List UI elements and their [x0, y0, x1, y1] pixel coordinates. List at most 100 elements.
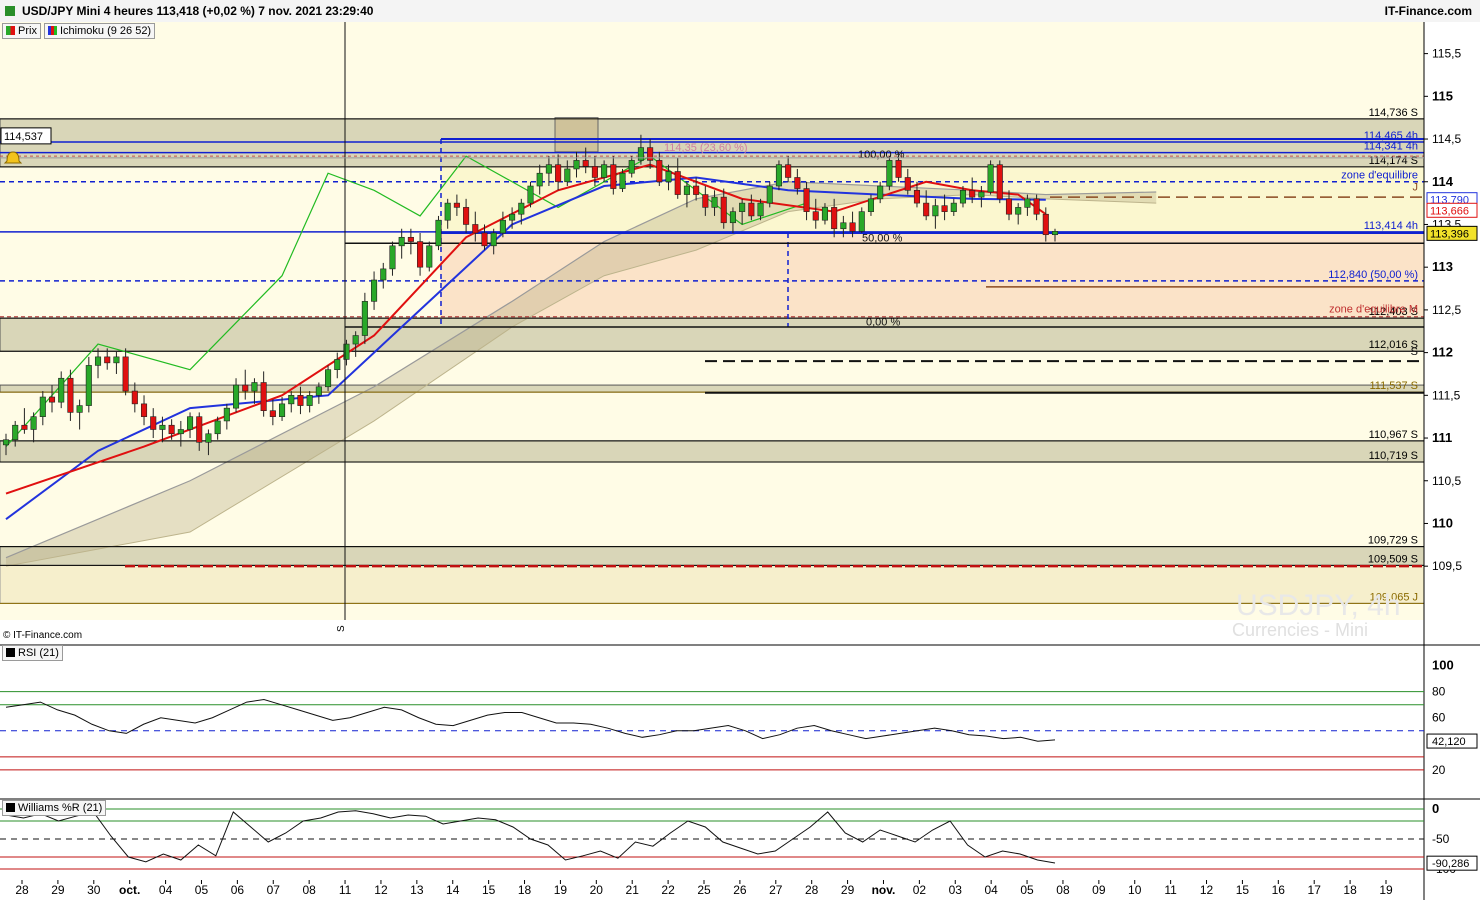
candle-body: [453, 202, 460, 208]
candle-body: [260, 382, 267, 412]
candle-body: [637, 147, 644, 161]
y-tick-label: 111,5: [1432, 388, 1461, 402]
candle-body: [509, 213, 516, 221]
legend-price[interactable]: Prix: [2, 23, 41, 39]
x-tick-label: 20: [590, 883, 604, 897]
zone-band-bottom: [0, 564, 1425, 604]
crosshair-date-label: S: [336, 625, 347, 632]
candle-body: [85, 365, 92, 406]
legend-price-label: Prix: [18, 25, 37, 37]
price-swatch: [6, 26, 15, 35]
y-tick-label: 111: [1432, 430, 1452, 445]
level-label-8: 111,537 S: [1369, 380, 1418, 392]
candle-body: [803, 188, 810, 212]
x-tick-label: 11: [1164, 883, 1177, 897]
candle-body: [113, 356, 120, 364]
candle-body: [288, 395, 295, 405]
legend-ichimoku-label: Ichimoku (9 26 52): [60, 25, 152, 37]
x-tick-label: 12: [1200, 883, 1214, 897]
rsi-panel: 1008060402042,120: [0, 644, 1480, 777]
candle-body: [472, 224, 479, 234]
candle-body: [76, 405, 83, 413]
level-label-10: 110,719 S: [1369, 450, 1418, 462]
x-tick-label: 19: [1379, 883, 1393, 897]
rsi-tick-label: 20: [1432, 763, 1446, 777]
candle-body: [380, 268, 387, 281]
candle-body: [186, 416, 194, 430]
legend-williams[interactable]: Williams %R (21): [2, 800, 107, 816]
candle-body: [2, 439, 10, 446]
x-tick-label: 18: [518, 883, 532, 897]
candle-body: [389, 245, 396, 270]
candle-body: [932, 205, 939, 217]
annot-letter-j: J: [1413, 181, 1419, 193]
annot-fib-0: 0,00 %: [866, 316, 900, 328]
candle-body: [104, 356, 111, 364]
legend-rsi[interactable]: RSI (21): [2, 645, 63, 661]
candle-body: [711, 196, 718, 208]
candle-body: [840, 222, 847, 230]
candle-body: [674, 171, 681, 195]
ichimoku-swatch: [48, 26, 57, 35]
candle-body: [702, 194, 709, 208]
x-tick-label: 05: [195, 883, 209, 897]
x-axis[interactable]: 28 29 30 oct. 04 05 06 07 08 11 12 13 14 15 18 19 20 21 22…: [15, 880, 1393, 897]
candle-body: [1042, 213, 1049, 236]
candle-body: [913, 189, 921, 204]
y-tick-label: 112: [1432, 345, 1453, 360]
candle-body: [435, 219, 442, 247]
zone-band-low2: [0, 440, 1425, 463]
x-tick-label: 27: [769, 883, 783, 897]
annot-fib-50: 50,00 %: [862, 233, 903, 245]
candle-body: [12, 424, 19, 441]
x-tick-label: 08: [302, 883, 316, 897]
candle-body: [159, 424, 166, 430]
candle-body: [481, 232, 488, 247]
chart-title: USD/JPY Mini 4 heures 113,418 (+0,02 %) …: [22, 4, 374, 18]
candle-body: [582, 160, 589, 167]
y-tick-label: 115,5: [1432, 47, 1461, 61]
candle-body: [950, 202, 957, 212]
candle-body: [1024, 198, 1031, 208]
candle-body: [849, 222, 856, 232]
candle-body: [94, 356, 102, 366]
candle-body: [352, 335, 359, 345]
candle-body: [683, 185, 690, 195]
candle-body: [177, 429, 184, 435]
x-tick-label: 05: [1020, 883, 1034, 897]
candle-body: [1005, 198, 1013, 215]
x-tick-label: 09: [1092, 883, 1106, 897]
y-tick-label: 114: [1432, 174, 1454, 189]
candle-body: [371, 279, 378, 302]
site-name[interactable]: IT-Finance.com: [1385, 4, 1472, 18]
x-tick-label: oct.: [119, 883, 140, 897]
copyright: © IT-Finance.com: [3, 630, 83, 641]
candle-body: [242, 384, 249, 392]
candle-body: [21, 424, 28, 430]
candle-body: [895, 160, 902, 178]
rsi-tick-label: 60: [1432, 711, 1446, 725]
rsi-tick-label: 80: [1432, 685, 1446, 699]
zone-band-low1: [0, 384, 1425, 393]
candle-body: [196, 416, 203, 443]
watermark-symbol: USDJPY, 4h: [1236, 589, 1401, 622]
candle-body: [665, 171, 672, 183]
legend-ichimoku[interactable]: Ichimoku (9 26 52): [44, 23, 156, 39]
candle-body: [39, 396, 46, 417]
candle-body: [361, 301, 368, 336]
rsi-swatch: [6, 648, 15, 657]
candle-body: [555, 164, 562, 183]
candle-body: [279, 403, 286, 417]
x-tick-label: 18: [1343, 883, 1357, 897]
x-tick-label: 13: [410, 883, 424, 897]
x-tick-label: 26: [733, 883, 747, 897]
candle-body: [941, 205, 948, 212]
candle-body: [398, 236, 405, 247]
x-tick-label: 11: [339, 883, 352, 897]
x-tick-label: 04: [984, 883, 998, 897]
candle-body: [168, 424, 175, 435]
candle-body: [251, 382, 258, 392]
x-tick-label: 12: [374, 883, 388, 897]
candle-body: [269, 410, 276, 417]
x-tick-label: 29: [51, 883, 65, 897]
